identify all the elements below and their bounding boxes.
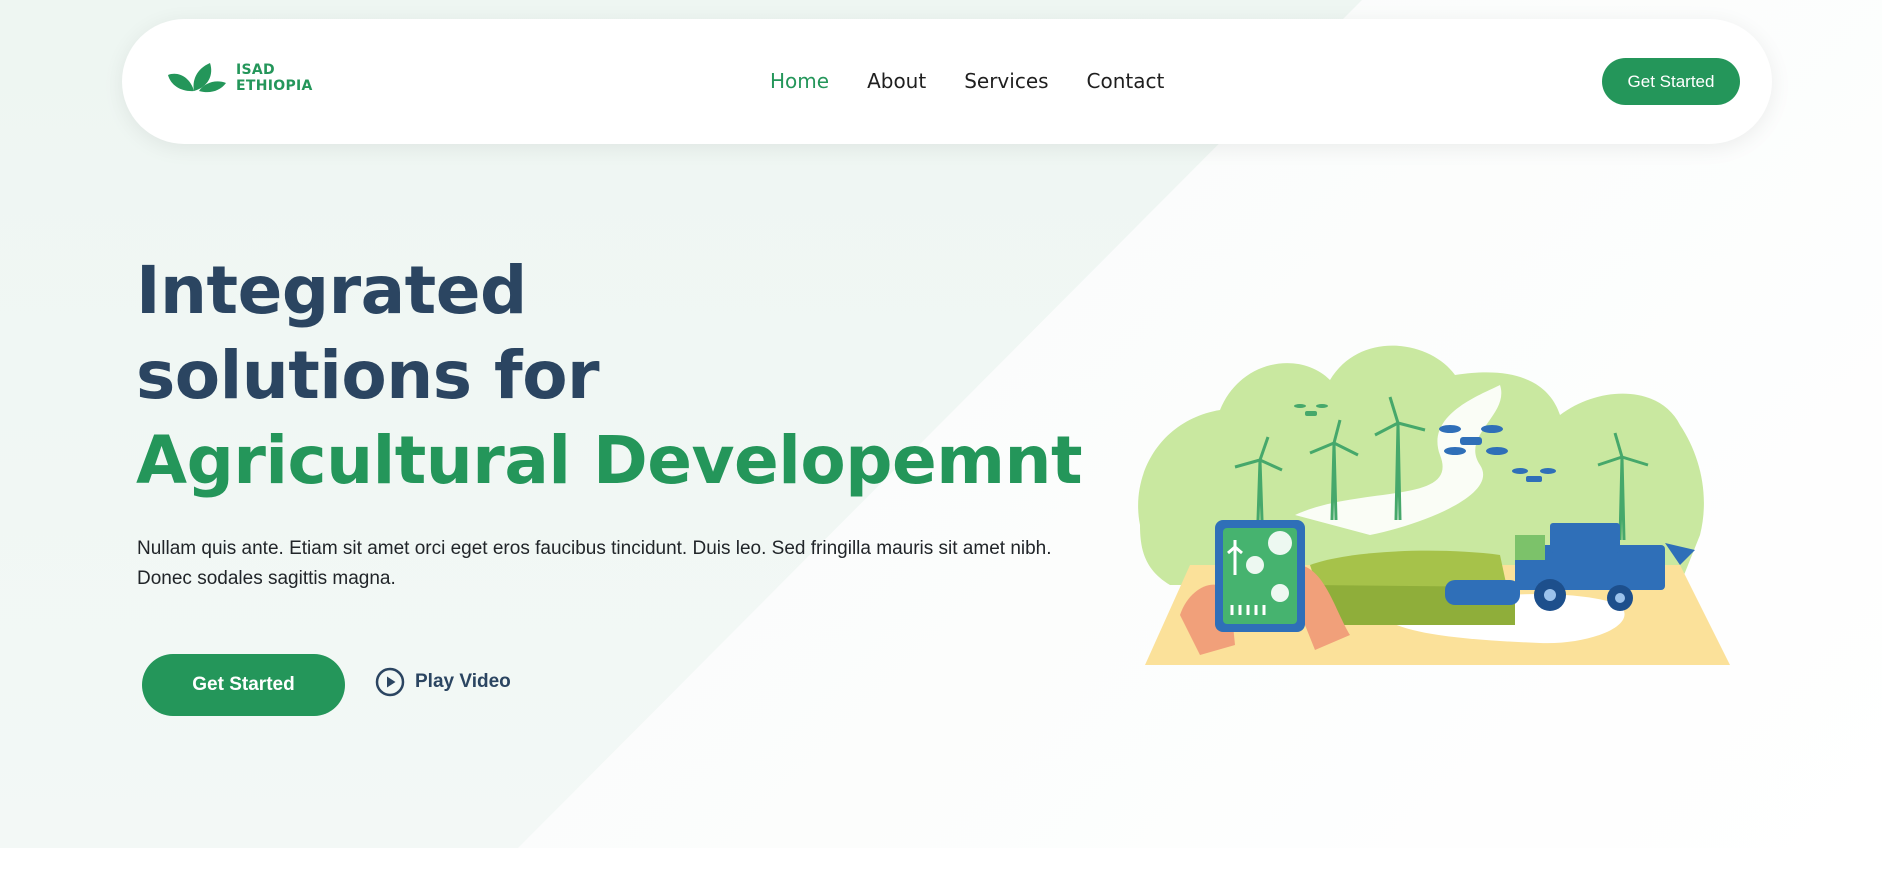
logo-line-1: ISAD xyxy=(236,62,275,78)
hero-get-started-button[interactable]: Get Started xyxy=(142,654,345,716)
play-video-link[interactable]: Play Video xyxy=(375,667,511,697)
site-header: ISAD ETHIOPIA Home About Services Contac… xyxy=(122,19,1772,144)
hero-title-line-3: Agricultural Developemnt xyxy=(136,422,1083,499)
logo-line-2: ETHIOPIA xyxy=(236,78,313,94)
hero-description: Nullam quis ante. Etiam sit amet orci eg… xyxy=(137,538,1052,589)
nav-home[interactable]: Home xyxy=(770,69,829,93)
leaf-logo-icon xyxy=(168,63,226,93)
nav-about[interactable]: About xyxy=(867,69,926,93)
smart-farming-illustration xyxy=(1138,345,1730,665)
logo-text: ISAD ETHIOPIA xyxy=(236,62,313,94)
play-circle-icon xyxy=(375,667,405,697)
play-video-label: Play Video xyxy=(415,671,511,692)
hero-section: ISAD ETHIOPIA Home About Services Contac… xyxy=(0,0,1882,848)
logo[interactable]: ISAD ETHIOPIA xyxy=(166,61,313,95)
nav-contact[interactable]: Contact xyxy=(1087,69,1165,93)
nav-services[interactable]: Services xyxy=(964,69,1048,93)
header-get-started-button[interactable]: Get Started xyxy=(1602,58,1740,105)
hero-title: Integrated solutions for Agricultural De… xyxy=(136,248,1136,503)
hero-title-line-1: Integrated xyxy=(136,252,527,329)
hero-title-line-2: solutions for xyxy=(136,337,600,414)
main-nav: Home About Services Contact xyxy=(770,69,1164,93)
